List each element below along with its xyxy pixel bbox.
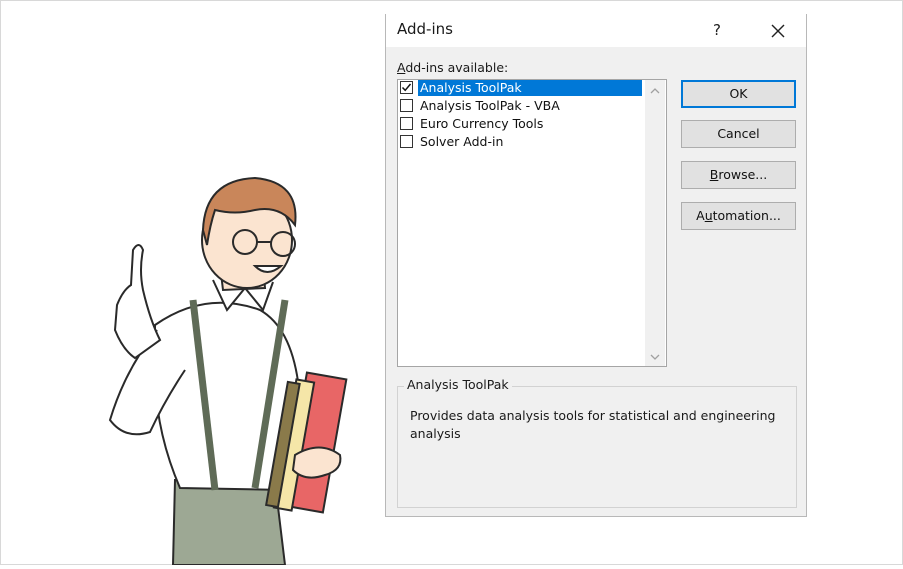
listbox-scrollbar[interactable]: [645, 80, 665, 366]
add-ins-listbox[interactable]: Analysis ToolPak Analysis ToolPak - VBA …: [397, 79, 667, 367]
list-item-label: Euro Currency Tools: [420, 116, 544, 131]
close-icon: [771, 24, 785, 37]
checkmark-icon: [401, 83, 412, 92]
add-ins-available-label: Add-ins available:: [397, 60, 509, 75]
ok-button[interactable]: OK: [681, 80, 796, 108]
dialog-title: Add-ins: [397, 20, 453, 38]
close-button[interactable]: [764, 18, 792, 42]
checkbox-solver-add-in[interactable]: [400, 135, 413, 148]
list-item-solver-add-in[interactable]: Solver Add-in: [398, 134, 644, 152]
chevron-down-icon: [650, 354, 660, 360]
description-caption: Analysis ToolPak: [404, 377, 512, 392]
list-item-analysis-toolpak-vba[interactable]: Analysis ToolPak - VBA: [398, 98, 644, 116]
list-item-label: Solver Add-in: [420, 134, 504, 149]
description-text: Provides data analysis tools for statist…: [410, 408, 776, 441]
list-item-analysis-toolpak[interactable]: Analysis ToolPak: [398, 80, 644, 98]
browse-button[interactable]: Browse...: [681, 161, 796, 189]
list-item-label: Analysis ToolPak - VBA: [420, 98, 560, 113]
illustration-man-with-books: [95, 170, 385, 566]
man-illustration: [108, 176, 348, 566]
list-item-euro-currency-tools[interactable]: Euro Currency Tools: [398, 116, 644, 134]
add-ins-dialog: Add-ins ? Add-ins available: Analysis To…: [385, 14, 807, 517]
cancel-button[interactable]: Cancel: [681, 120, 796, 148]
checkbox-euro-currency-tools[interactable]: [400, 117, 413, 130]
help-button[interactable]: ?: [704, 18, 730, 42]
title-bar: Add-ins ?: [386, 14, 806, 47]
checkbox-analysis-toolpak-vba[interactable]: [400, 99, 413, 112]
list-item-label: Analysis ToolPak: [418, 80, 642, 96]
chevron-up-icon: [650, 88, 660, 94]
help-icon: ?: [713, 21, 721, 39]
automation-button[interactable]: Automation...: [681, 202, 796, 230]
description-group: Analysis ToolPak Provides data analysis …: [397, 377, 797, 508]
checkbox-analysis-toolpak[interactable]: [400, 81, 413, 94]
scroll-up-button[interactable]: [645, 82, 665, 98]
scroll-down-button[interactable]: [645, 348, 665, 364]
add-ins-list: Analysis ToolPak Analysis ToolPak - VBA …: [398, 80, 644, 152]
